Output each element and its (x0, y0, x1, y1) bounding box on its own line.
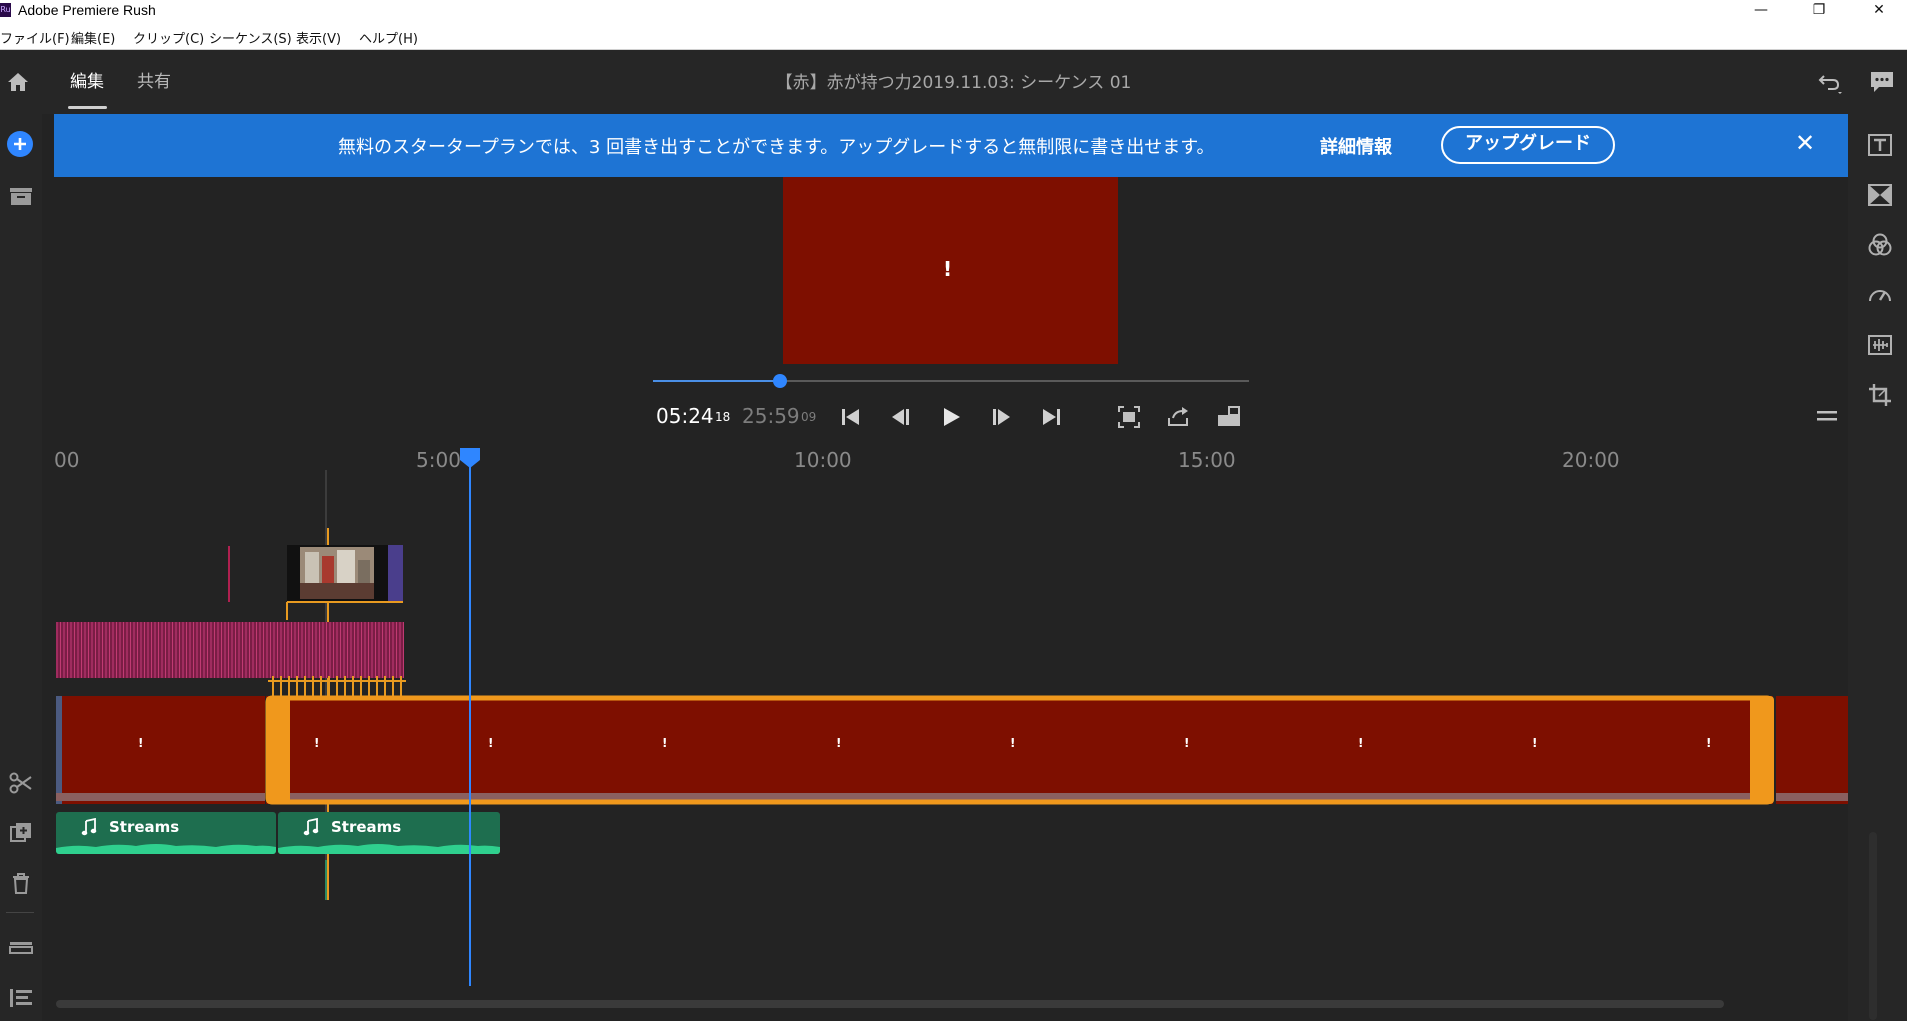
audio-clip-streams[interactable]: Streams (278, 812, 500, 854)
clip-offline-alert-icon: ! (1532, 736, 1538, 750)
clip-offline-alert-icon: ! (138, 736, 144, 750)
playhead-handle[interactable] (458, 446, 482, 470)
audio-clip-label: Streams (331, 818, 402, 836)
audio-clip-label: Streams (109, 818, 180, 836)
clip-offline-alert-icon: ! (1184, 736, 1190, 750)
clip-offline-alert-icon: ! (1010, 736, 1016, 750)
main-video-clip-left[interactable] (56, 696, 265, 804)
graphics-track-strip (56, 622, 404, 678)
playhead-line[interactable] (469, 458, 471, 986)
main-video-clip-right[interactable] (1776, 696, 1848, 804)
main-video-clip-selected[interactable] (265, 695, 1774, 805)
clip-offline-alert-icon: ! (314, 736, 320, 750)
audio-waveform (56, 844, 276, 854)
clip-offline-alert-icon: ! (1358, 736, 1364, 750)
music-note-icon (303, 818, 319, 836)
timeline-vertical-scrollbar[interactable] (1869, 832, 1877, 1020)
music-note-icon (81, 818, 97, 836)
clip-offline-alert-icon: ! (1706, 736, 1712, 750)
timeline-tracks (56, 470, 1848, 900)
clip-offline-alert-icon: ! (836, 736, 842, 750)
audio-waveform (278, 844, 500, 854)
clip-offline-alert-icon: ! (488, 736, 494, 750)
overlay-clip-thumbnail[interactable] (286, 545, 403, 620)
timeline-horizontal-scrollbar[interactable] (56, 1000, 1724, 1008)
audio-clip-streams[interactable]: Streams (56, 812, 276, 854)
clip-offline-alert-icon: ! (662, 736, 668, 750)
